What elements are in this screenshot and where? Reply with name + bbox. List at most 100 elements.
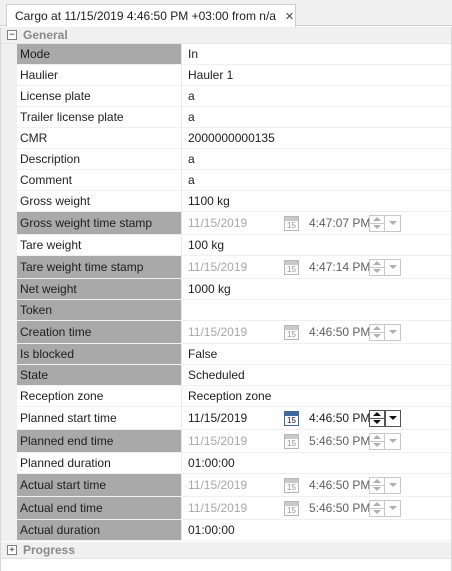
calendar-icon[interactable]: 15 [284,259,299,275]
category-progress[interactable]: + Progress [1,542,451,559]
property-row-mode[interactable]: Mode In [1,44,451,65]
property-label: Trailer license plate [17,107,182,127]
chevron-down-icon[interactable] [385,323,401,341]
chevron-down-icon[interactable] [385,258,401,276]
property-value[interactable]: In [182,44,451,64]
spin-down-icon[interactable] [370,223,384,231]
row-gutter [1,170,17,190]
property-value[interactable]: 1100 kg [182,191,451,211]
property-row-planned-duration[interactable]: Planned duration 01:00:00 [1,453,451,474]
time-field[interactable]: 4:47:14 PM [309,260,370,274]
spin-down-icon[interactable] [370,267,384,275]
chevron-down-icon[interactable] [385,409,401,427]
property-row-gross-weight[interactable]: Gross weight 1100 kg [1,191,451,212]
time-field[interactable]: 4:47:07 PM [309,216,370,230]
close-icon[interactable]: ✕ [284,9,295,23]
property-row-creation-time[interactable]: Creation time 11/15/2019 15 4:46:50 PM [1,321,451,344]
calendar-icon[interactable]: 15 [284,324,299,340]
property-row-trailer-license-plate[interactable]: Trailer license plate a [1,107,451,128]
spin-down-icon[interactable] [370,332,384,340]
property-row-description[interactable]: Description a [1,149,451,170]
property-value[interactable]: 01:00:00 [182,453,451,473]
property-value[interactable]: 100 kg [182,235,451,255]
time-spinner[interactable] [369,499,385,517]
date-field[interactable]: 11/15/2019 [188,325,284,339]
calendar-icon[interactable]: 15 [284,500,299,516]
time-field[interactable]: 4:46:50 PM [309,411,370,425]
property-value[interactable]: 1000 kg [182,279,451,299]
spin-down-icon[interactable] [370,441,384,449]
datetime-editor: 11/15/2019 15 4:47:07 PM [182,212,451,234]
chevron-down-icon[interactable] [385,214,401,232]
spin-down-icon[interactable] [370,485,384,493]
date-field[interactable]: 11/15/2019 [188,478,284,492]
calendar-icon[interactable]: 15 [284,477,299,493]
property-value[interactable]: 01:00:00 [182,520,451,540]
property-label: Creation time [17,321,182,343]
property-row-net-weight[interactable]: Net weight 1000 kg [1,279,451,300]
time-spinner[interactable] [369,432,385,450]
tab-cargo[interactable]: Cargo at 11/15/2019 4:46:50 PM +03:00 fr… [6,4,296,27]
property-value[interactable]: Hauler 1 [182,65,451,85]
date-field[interactable]: 11/15/2019 [188,260,284,274]
property-label: CMR [17,128,182,148]
date-field[interactable]: 11/15/2019 [188,501,284,515]
calendar-icon[interactable]: 15 [284,433,299,449]
collapse-icon[interactable]: − [7,30,17,40]
property-value[interactable]: a [182,149,451,169]
time-spinner[interactable] [369,258,385,276]
category-general[interactable]: − General [1,27,451,44]
time-field[interactable]: 4:46:50 PM [309,478,370,492]
property-row-comment[interactable]: Comment a [1,170,451,191]
time-spinner[interactable] [369,476,385,494]
property-row-state[interactable]: State Scheduled [1,365,451,386]
calendar-icon[interactable]: 15 [284,410,299,426]
property-row-actual-start-time[interactable]: Actual start time 11/15/2019 15 4:46:50 … [1,474,451,497]
property-value[interactable]: 2000000000135 [182,128,451,148]
category-label: Progress [23,543,76,557]
property-row-haulier[interactable]: Haulier Hauler 1 [1,65,451,86]
property-value[interactable]: False [182,344,451,364]
date-field[interactable]: 11/15/2019 [188,434,284,448]
time-spinner[interactable] [369,214,385,232]
property-row-actual-end-time[interactable]: Actual end time 11/15/2019 15 5:46:50 PM [1,497,451,520]
document-tabstrip: Cargo at 11/15/2019 4:46:50 PM +03:00 fr… [0,0,452,27]
time-spinner[interactable] [369,409,385,427]
property-row-is-blocked[interactable]: Is blocked False [1,344,451,365]
date-field[interactable]: 11/15/2019 [188,216,284,230]
property-value[interactable] [182,300,451,320]
row-gutter [1,365,17,385]
date-field[interactable]: 11/15/2019 [188,411,284,425]
row-gutter [1,344,17,364]
property-label: Reception zone [17,386,182,406]
property-value[interactable]: Reception zone [182,386,451,406]
property-value[interactable]: a [182,86,451,106]
property-value[interactable]: a [182,170,451,190]
time-field[interactable]: 5:46:50 PM [309,434,370,448]
property-row-planned-start-time[interactable]: Planned start time 11/15/2019 15 4:46:50… [1,407,451,430]
property-label: Planned end time [17,430,182,452]
property-label: Comment [17,170,182,190]
spin-down-icon[interactable] [370,418,384,426]
time-field[interactable]: 4:46:50 PM [309,325,370,339]
property-row-tare-weight-time-stamp[interactable]: Tare weight time stamp 11/15/2019 15 4:4… [1,256,451,279]
property-row-planned-end-time[interactable]: Planned end time 11/15/2019 15 5:46:50 P… [1,430,451,453]
property-row-actual-duration[interactable]: Actual duration 01:00:00 [1,520,451,541]
chevron-down-icon[interactable] [385,476,401,494]
property-row-token[interactable]: Token [1,300,451,321]
expand-icon[interactable]: + [7,545,17,555]
calendar-icon[interactable]: 15 [284,215,299,231]
property-value[interactable]: a [182,107,451,127]
time-spinner[interactable] [369,323,385,341]
property-value[interactable]: Scheduled [182,365,451,385]
property-row-cmr[interactable]: CMR 2000000000135 [1,128,451,149]
property-row-license-plate[interactable]: License plate a [1,86,451,107]
property-row-gross-weight-time-stamp[interactable]: Gross weight time stamp 11/15/2019 15 4:… [1,212,451,235]
spin-down-icon[interactable] [370,508,384,516]
property-row-reception-zone[interactable]: Reception zone Reception zone [1,386,451,407]
row-gutter [1,65,17,85]
chevron-down-icon[interactable] [385,432,401,450]
property-row-tare-weight[interactable]: Tare weight 100 kg [1,235,451,256]
chevron-down-icon[interactable] [385,499,401,517]
time-field[interactable]: 5:46:50 PM [309,501,370,515]
